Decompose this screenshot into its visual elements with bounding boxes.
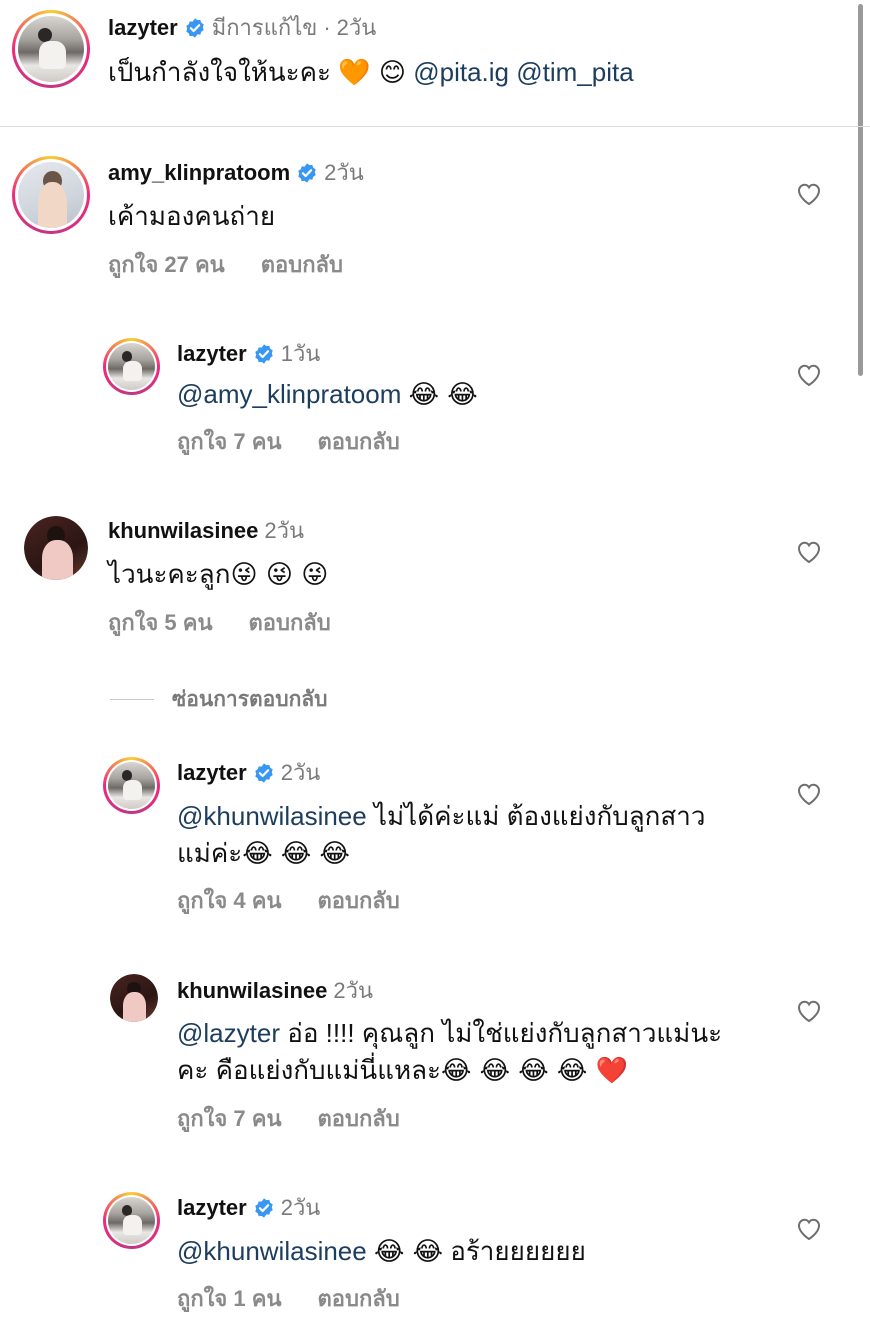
mention-link[interactable]: @pita.ig	[413, 57, 509, 87]
comment-text-line2: แม่ค่ะ😂 😂 😂	[177, 835, 350, 873]
scrollbar[interactable]	[858, 4, 863, 376]
comment-text: @khunwilasinee ไม่ได้ค่ะแม่ ต้องแย่งกับล…	[177, 798, 705, 835]
mention-link[interactable]: @khunwilasinee	[177, 801, 367, 831]
username[interactable]: lazyter	[177, 759, 247, 787]
comments-screen: lazyter มีการแก้ไข · 2วัน เป็นกำลังใจให้…	[0, 0, 870, 1332]
timestamp: 2วัน	[336, 15, 377, 40]
reply-button[interactable]: ตอบกลับ	[318, 887, 400, 915]
username[interactable]: lazyter	[177, 340, 247, 368]
caption-body: เป็นกำลังใจให้นะคะ	[108, 57, 331, 87]
edited-label: มีการแก้ไข	[211, 15, 318, 40]
comment-text: @khunwilasinee 😂 😂 อร้ายยยยยย	[177, 1233, 586, 1271]
heart-icon[interactable]	[796, 182, 822, 206]
comment-header: khunwilasinee 2วัน	[177, 977, 373, 1005]
comment-body-line1: อ่อ !!!! คุณลูก ไม่ใช่แย่งกับลูกสาวแม่นะ	[279, 1018, 723, 1048]
comment-header: lazyter 2วัน	[177, 759, 320, 787]
like-count[interactable]: ถูกใจ 1 คน	[177, 1285, 282, 1313]
comment-header: lazyter 2วัน	[177, 1194, 320, 1222]
mention-link[interactable]: @lazyter	[177, 1018, 280, 1048]
like-count[interactable]: ถูกใจ 5 คน	[108, 609, 213, 637]
avatar[interactable]	[103, 757, 160, 814]
comment-text: @amy_klinpratoom 😂 😂	[177, 376, 478, 414]
timestamp: 2วัน	[280, 760, 321, 785]
hide-replies-line	[110, 699, 154, 700]
divider	[0, 126, 870, 127]
avatar[interactable]	[103, 1192, 160, 1249]
avatar[interactable]	[12, 10, 90, 88]
hide-replies-button[interactable]: ซ่อนการตอบกลับ	[110, 683, 328, 716]
timestamp: 2วัน	[324, 160, 364, 185]
comment-emojis: 😂 😂 😂	[242, 839, 350, 869]
comment-emojis: 😂 😂 😂 😂 ❤️	[441, 1056, 628, 1086]
comment-actions: ถูกใจ 7 คน ตอบกลับ	[177, 1105, 400, 1133]
comment-actions: ถูกใจ 4 คน ตอบกลับ	[177, 887, 400, 915]
username[interactable]: lazyter	[177, 1194, 247, 1222]
verified-badge-icon	[186, 18, 204, 38]
avatar[interactable]	[110, 974, 158, 1022]
comment-actions: ถูกใจ 1 คน ตอบกลับ	[177, 1285, 400, 1313]
comment-body: ไวนะคะลูก	[108, 559, 231, 589]
heart-icon[interactable]	[796, 363, 822, 387]
like-count[interactable]: ถูกใจ 27 คน	[108, 251, 225, 279]
mention-link[interactable]: @tim_pita	[516, 57, 633, 87]
reply-button[interactable]: ตอบกลับ	[249, 609, 331, 637]
heart-icon[interactable]	[796, 782, 822, 806]
comment-body-line2: แม่ค่ะ	[177, 838, 243, 868]
comment-text: @lazyter อ่อ !!!! คุณลูก ไม่ใช่แย่งกับลู…	[177, 1015, 722, 1052]
like-count[interactable]: ถูกใจ 4 คน	[177, 887, 282, 915]
like-count[interactable]: ถูกใจ 7 คน	[177, 428, 282, 456]
caption-emojis: 🧡 😊	[338, 58, 406, 88]
like-count[interactable]: ถูกใจ 7 คน	[177, 1105, 282, 1133]
username[interactable]: lazyter	[108, 14, 178, 42]
comment-actions: ถูกใจ 7 คน ตอบกลับ	[177, 428, 400, 456]
reply-button[interactable]: ตอบกลับ	[318, 428, 400, 456]
comment-body-line2: คะ คือแย่งกับแม่นี่แหละ	[177, 1055, 441, 1085]
comment-text: เค้ามองคนถ่าย	[108, 198, 275, 235]
reply-button[interactable]: ตอบกลับ	[318, 1105, 400, 1133]
reply-button[interactable]: ตอบกลับ	[261, 251, 343, 279]
mention-link[interactable]: @amy_klinpratoom	[177, 379, 401, 409]
verified-badge-icon	[255, 763, 273, 783]
verified-badge-icon	[255, 1198, 273, 1218]
comment-emojis: 😜 😜 😜	[230, 560, 329, 590]
avatar[interactable]	[12, 156, 90, 234]
timestamp: 2วัน	[333, 978, 374, 1003]
comment-body: เค้ามองคนถ่าย	[108, 201, 276, 231]
heart-icon[interactable]	[796, 999, 822, 1023]
timestamp: 1วัน	[280, 341, 321, 366]
comment-emojis: 😂 😂	[373, 1237, 443, 1267]
verified-badge-icon	[255, 344, 273, 364]
caption-header: lazyter มีการแก้ไข · 2วัน	[108, 14, 376, 42]
verified-badge-icon	[298, 163, 316, 183]
comment-actions: ถูกใจ 5 คน ตอบกลับ	[108, 609, 331, 637]
comment-body-line1: ไม่ได้ค่ะแม่ ต้องแย่งกับลูกสาว	[366, 801, 706, 831]
mention-link[interactable]: @khunwilasinee	[177, 1236, 367, 1266]
avatar[interactable]	[103, 338, 160, 395]
comment-emojis: 😂 😂	[408, 380, 478, 410]
comment-header: amy_klinpratoom 2วัน	[108, 159, 364, 187]
comment-text-line2: คะ คือแย่งกับแม่นี่แหละ😂 😂 😂 😂 ❤️	[177, 1052, 628, 1090]
comment-header: lazyter 1วัน	[177, 340, 320, 368]
caption-text: เป็นกำลังใจให้นะคะ 🧡 😊 @pita.ig @tim_pit…	[108, 54, 634, 92]
comment-text: ไวนะคะลูก😜 😜 😜	[108, 556, 328, 594]
comment-actions: ถูกใจ 27 คน ตอบกลับ	[108, 251, 343, 279]
hide-replies-label: ซ่อนการตอบกลับ	[172, 688, 328, 711]
username[interactable]: khunwilasinee	[177, 977, 327, 1005]
separator: ·	[323, 15, 331, 40]
reply-button[interactable]: ตอบกลับ	[318, 1285, 400, 1313]
comment-header: khunwilasinee 2วัน	[108, 517, 304, 545]
heart-icon[interactable]	[796, 1217, 822, 1241]
avatar[interactable]	[24, 516, 88, 580]
timestamp: 2วัน	[280, 1195, 321, 1220]
heart-icon[interactable]	[796, 540, 822, 564]
username[interactable]: khunwilasinee	[108, 517, 258, 545]
timestamp: 2วัน	[264, 518, 305, 543]
username[interactable]: amy_klinpratoom	[108, 159, 290, 187]
comment-body: อร้ายยยยยย	[450, 1236, 586, 1266]
